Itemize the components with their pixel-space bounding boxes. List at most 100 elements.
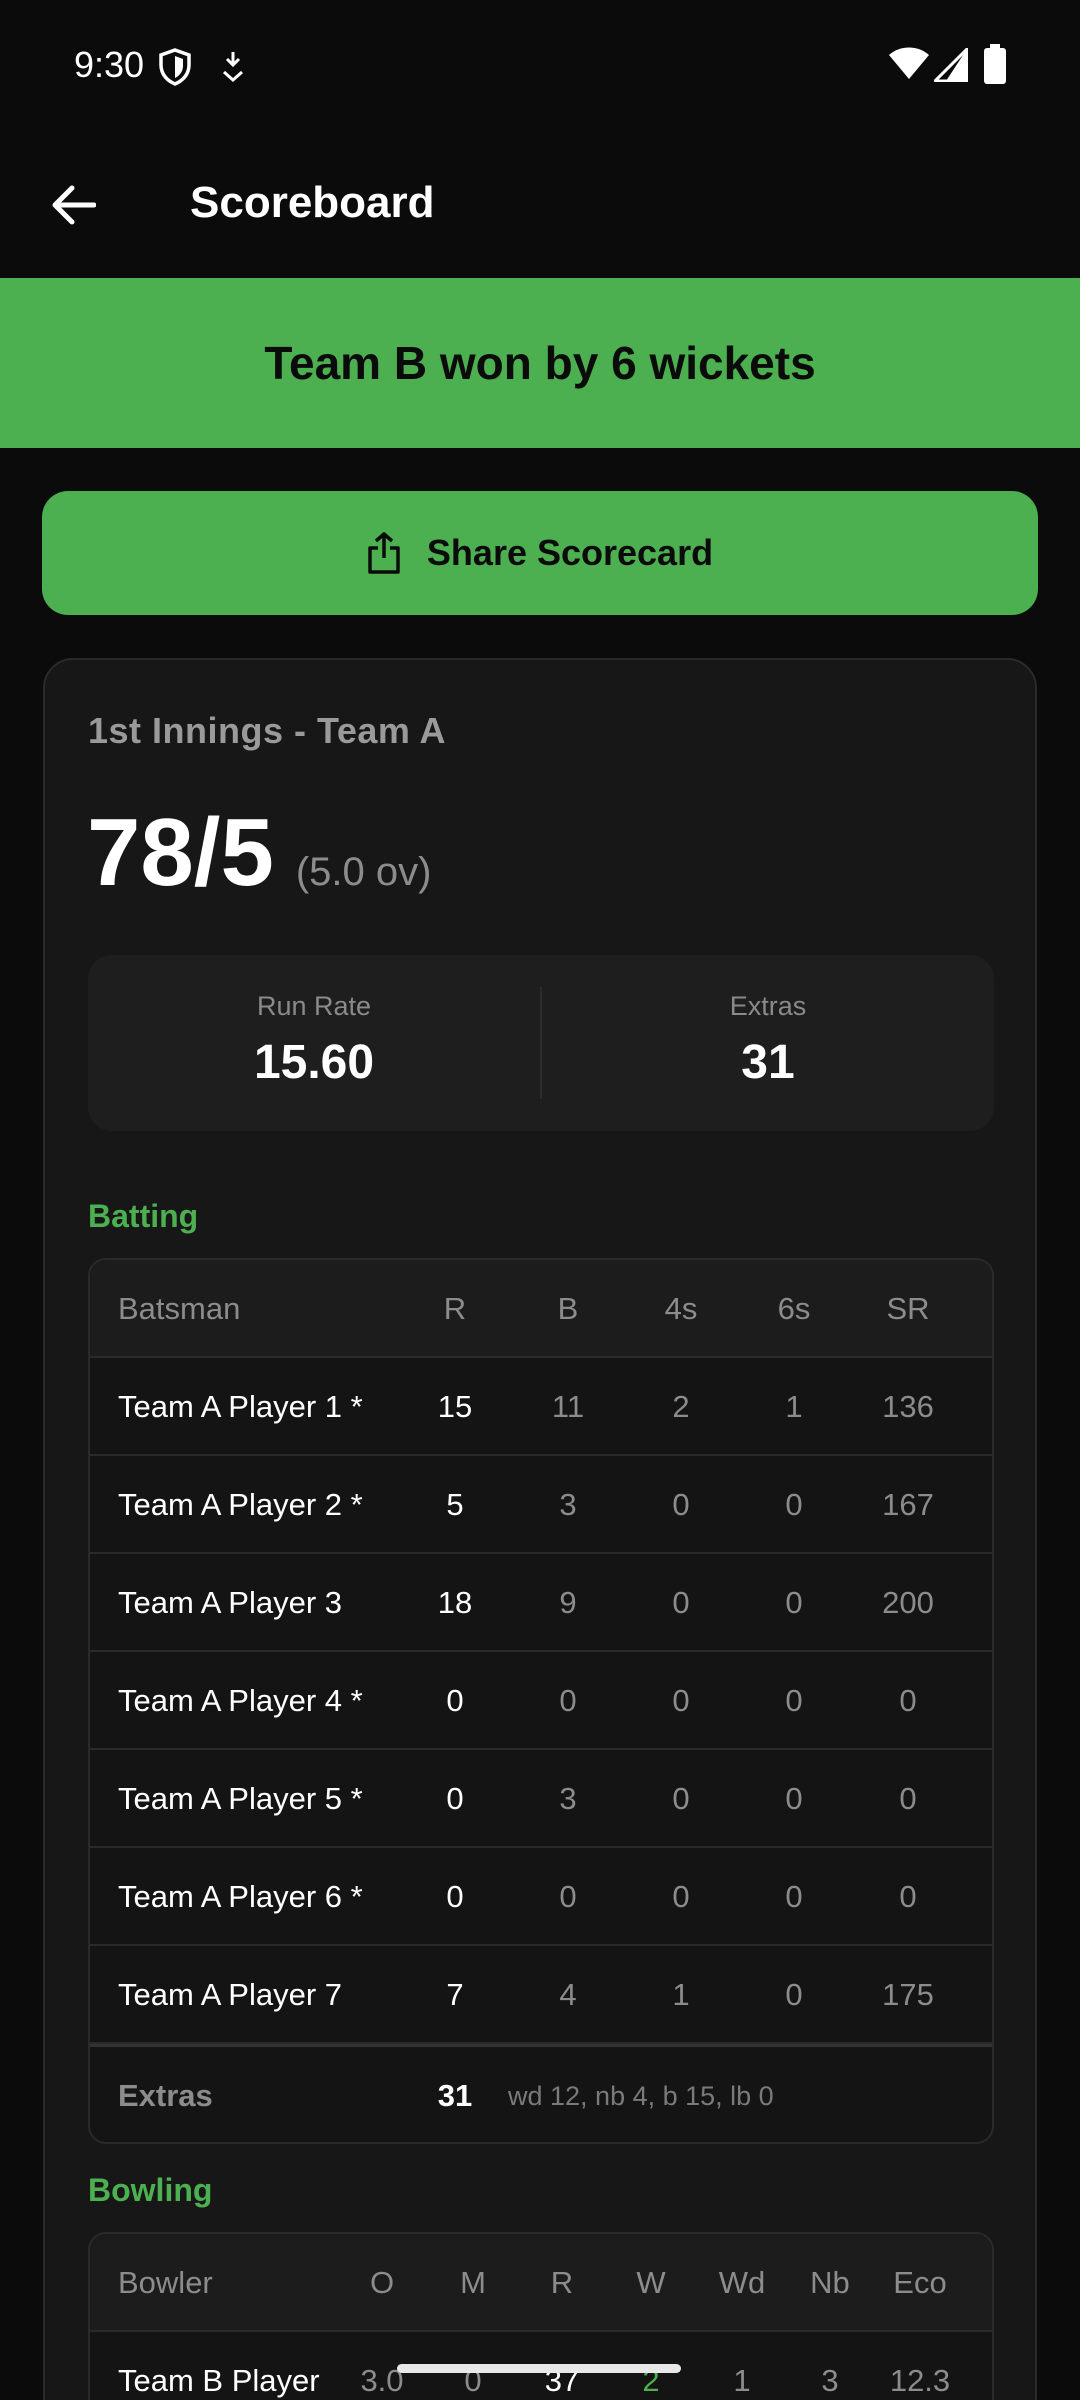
run-rate-value: 15.60 (253, 1036, 375, 1089)
col-balls: B (557, 1291, 579, 1326)
battery-icon (984, 44, 1006, 89)
batsman-fours: 0 (672, 1781, 690, 1816)
batting-row: Team A Player 6 * 0 0 0 0 0 (90, 1848, 992, 1946)
batsman-sixes: 0 (785, 1781, 803, 1816)
batsman-name: Team A Player 4 * (118, 1683, 363, 1718)
batsman-sixes: 0 (785, 1977, 803, 2012)
batsman-sixes: 0 (785, 1585, 803, 1620)
batsman-sixes: 1 (785, 1389, 803, 1424)
batsman-strike-rate: 0 (899, 1879, 917, 1914)
col-fours: 4s (664, 1291, 698, 1326)
col-wides: Wd (718, 2265, 766, 2300)
batsman-name: Team A Player 5 * (118, 1781, 363, 1816)
batting-row: Team A Player 3 18 9 0 0 200 (90, 1554, 992, 1652)
batsman-balls: 0 (559, 1879, 577, 1914)
batsman-runs: 0 (446, 1879, 464, 1914)
back-button[interactable] (38, 170, 108, 240)
batsman-fours: 0 (672, 1487, 690, 1522)
col-wickets: W (636, 2265, 666, 2300)
bowling-header-row: Bowler O M R W Wd Nb Eco (90, 2234, 992, 2332)
page-title: Scoreboard (190, 178, 435, 227)
batsman-strike-rate: 200 (882, 1585, 934, 1620)
col-maidens: M (460, 2265, 486, 2300)
col-runs-conceded: R (550, 2265, 574, 2300)
batting-table: Batsman R B 4s 6s SR Team A Player 1 * 1… (88, 1258, 994, 2144)
home-indicator[interactable] (397, 2364, 681, 2373)
batsman-sixes: 0 (785, 1879, 803, 1914)
result-banner: Team B won by 6 wickets (0, 278, 1080, 448)
innings-overs: (5.0 ov) (295, 850, 432, 894)
arrow-left-icon (52, 185, 96, 225)
share-scorecard-button[interactable]: Share Scorecard (42, 491, 1038, 615)
batsman-balls: 3 (559, 1487, 577, 1522)
status-bar: 9:30 (0, 0, 1080, 132)
batsman-runs: 15 (437, 1389, 473, 1424)
batting-row: Team A Player 4 * 0 0 0 0 0 (90, 1652, 992, 1750)
batsman-sixes: 0 (785, 1683, 803, 1718)
bowler-no-balls: 3 (821, 2363, 839, 2398)
app-bar: Scoreboard (0, 132, 1080, 278)
col-economy: Eco (893, 2265, 947, 2300)
batsman-balls: 3 (559, 1781, 577, 1816)
batting-section-label: Batting (88, 1198, 199, 1234)
extras-row-detail: wd 12, nb 4, b 15, lb 0 (508, 2081, 774, 2111)
status-time: 9:30 (74, 44, 145, 85)
batsman-name: Team A Player 6 * (118, 1879, 363, 1914)
extras-row-value: 31 (437, 2078, 473, 2113)
batsman-runs: 5 (446, 1487, 464, 1522)
batsman-balls: 4 (559, 1977, 577, 2012)
col-batsman: Batsman (118, 1291, 241, 1326)
innings-title: 1st Innings - Team A (88, 710, 447, 751)
extras-label: Extras (729, 991, 807, 1021)
batsman-runs: 7 (446, 1977, 464, 2012)
batsman-name: Team A Player 2 * (118, 1487, 363, 1522)
col-strike-rate: SR (886, 1291, 930, 1326)
shield-icon (158, 48, 192, 91)
download-status-icon (220, 50, 246, 89)
batsman-name: Team A Player 1 * (118, 1389, 363, 1424)
score-row: 78/5 (5.0 ov) (87, 798, 431, 908)
batsman-runs: 0 (446, 1781, 464, 1816)
batsman-runs: 0 (446, 1683, 464, 1718)
bowler-wides: 1 (733, 2363, 751, 2398)
bowling-section-label: Bowling (88, 2172, 213, 2208)
batsman-sixes: 0 (785, 1487, 803, 1522)
batsman-strike-rate: 175 (882, 1977, 934, 2012)
wifi-icon (888, 46, 930, 85)
share-label: Share Scorecard (426, 532, 714, 573)
col-bowler: Bowler (118, 2265, 213, 2300)
extras-stat: Extras 31 (542, 955, 994, 1131)
extras-row-label: Extras (118, 2078, 213, 2113)
innings-card: 1st Innings - Team A 78/5 (5.0 ov) Run R… (43, 658, 1037, 2400)
batsman-balls: 0 (559, 1683, 577, 1718)
bowler-economy: 12.3 (889, 2363, 951, 2398)
col-no-balls: Nb (810, 2265, 850, 2300)
bowler-name: Team B Player (118, 2363, 320, 2398)
bowling-table: Bowler O M R W Wd Nb Eco Team B Player 3… (88, 2232, 994, 2400)
batsman-strike-rate: 136 (882, 1389, 934, 1424)
batting-row: Team A Player 2 * 5 3 0 0 167 (90, 1456, 992, 1554)
batsman-fours: 0 (672, 1683, 690, 1718)
signal-icon (931, 45, 969, 87)
innings-stats: Run Rate 15.60 Extras 31 (88, 955, 994, 1131)
batsman-balls: 11 (551, 1389, 585, 1424)
col-sixes: 6s (777, 1291, 811, 1326)
batsman-balls: 9 (559, 1585, 577, 1620)
batsman-name: Team A Player 7 (118, 1977, 343, 2012)
batsman-fours: 0 (672, 1879, 690, 1914)
batting-row: Team A Player 5 * 0 3 0 0 0 (90, 1750, 992, 1848)
batsman-strike-rate: 0 (899, 1683, 917, 1718)
share-icon (368, 532, 400, 574)
batting-row: Team A Player 1 * 15 11 2 1 136 (90, 1358, 992, 1456)
batsman-fours: 2 (672, 1389, 690, 1424)
batsman-fours: 0 (672, 1585, 690, 1620)
run-rate-stat: Run Rate 15.60 (88, 955, 540, 1131)
batting-header-row: Batsman R B 4s 6s SR (90, 1260, 992, 1358)
batting-extras-row: Extras 31 wd 12, nb 4, b 15, lb 0 (90, 2044, 992, 2142)
run-rate-label: Run Rate (256, 991, 372, 1021)
result-text: Team B won by 6 wickets (264, 337, 816, 389)
batsman-name: Team A Player 3 (118, 1585, 343, 1620)
batsman-fours: 1 (672, 1977, 690, 2012)
innings-score: 78/5 (87, 799, 274, 906)
col-runs: R (443, 1291, 467, 1326)
